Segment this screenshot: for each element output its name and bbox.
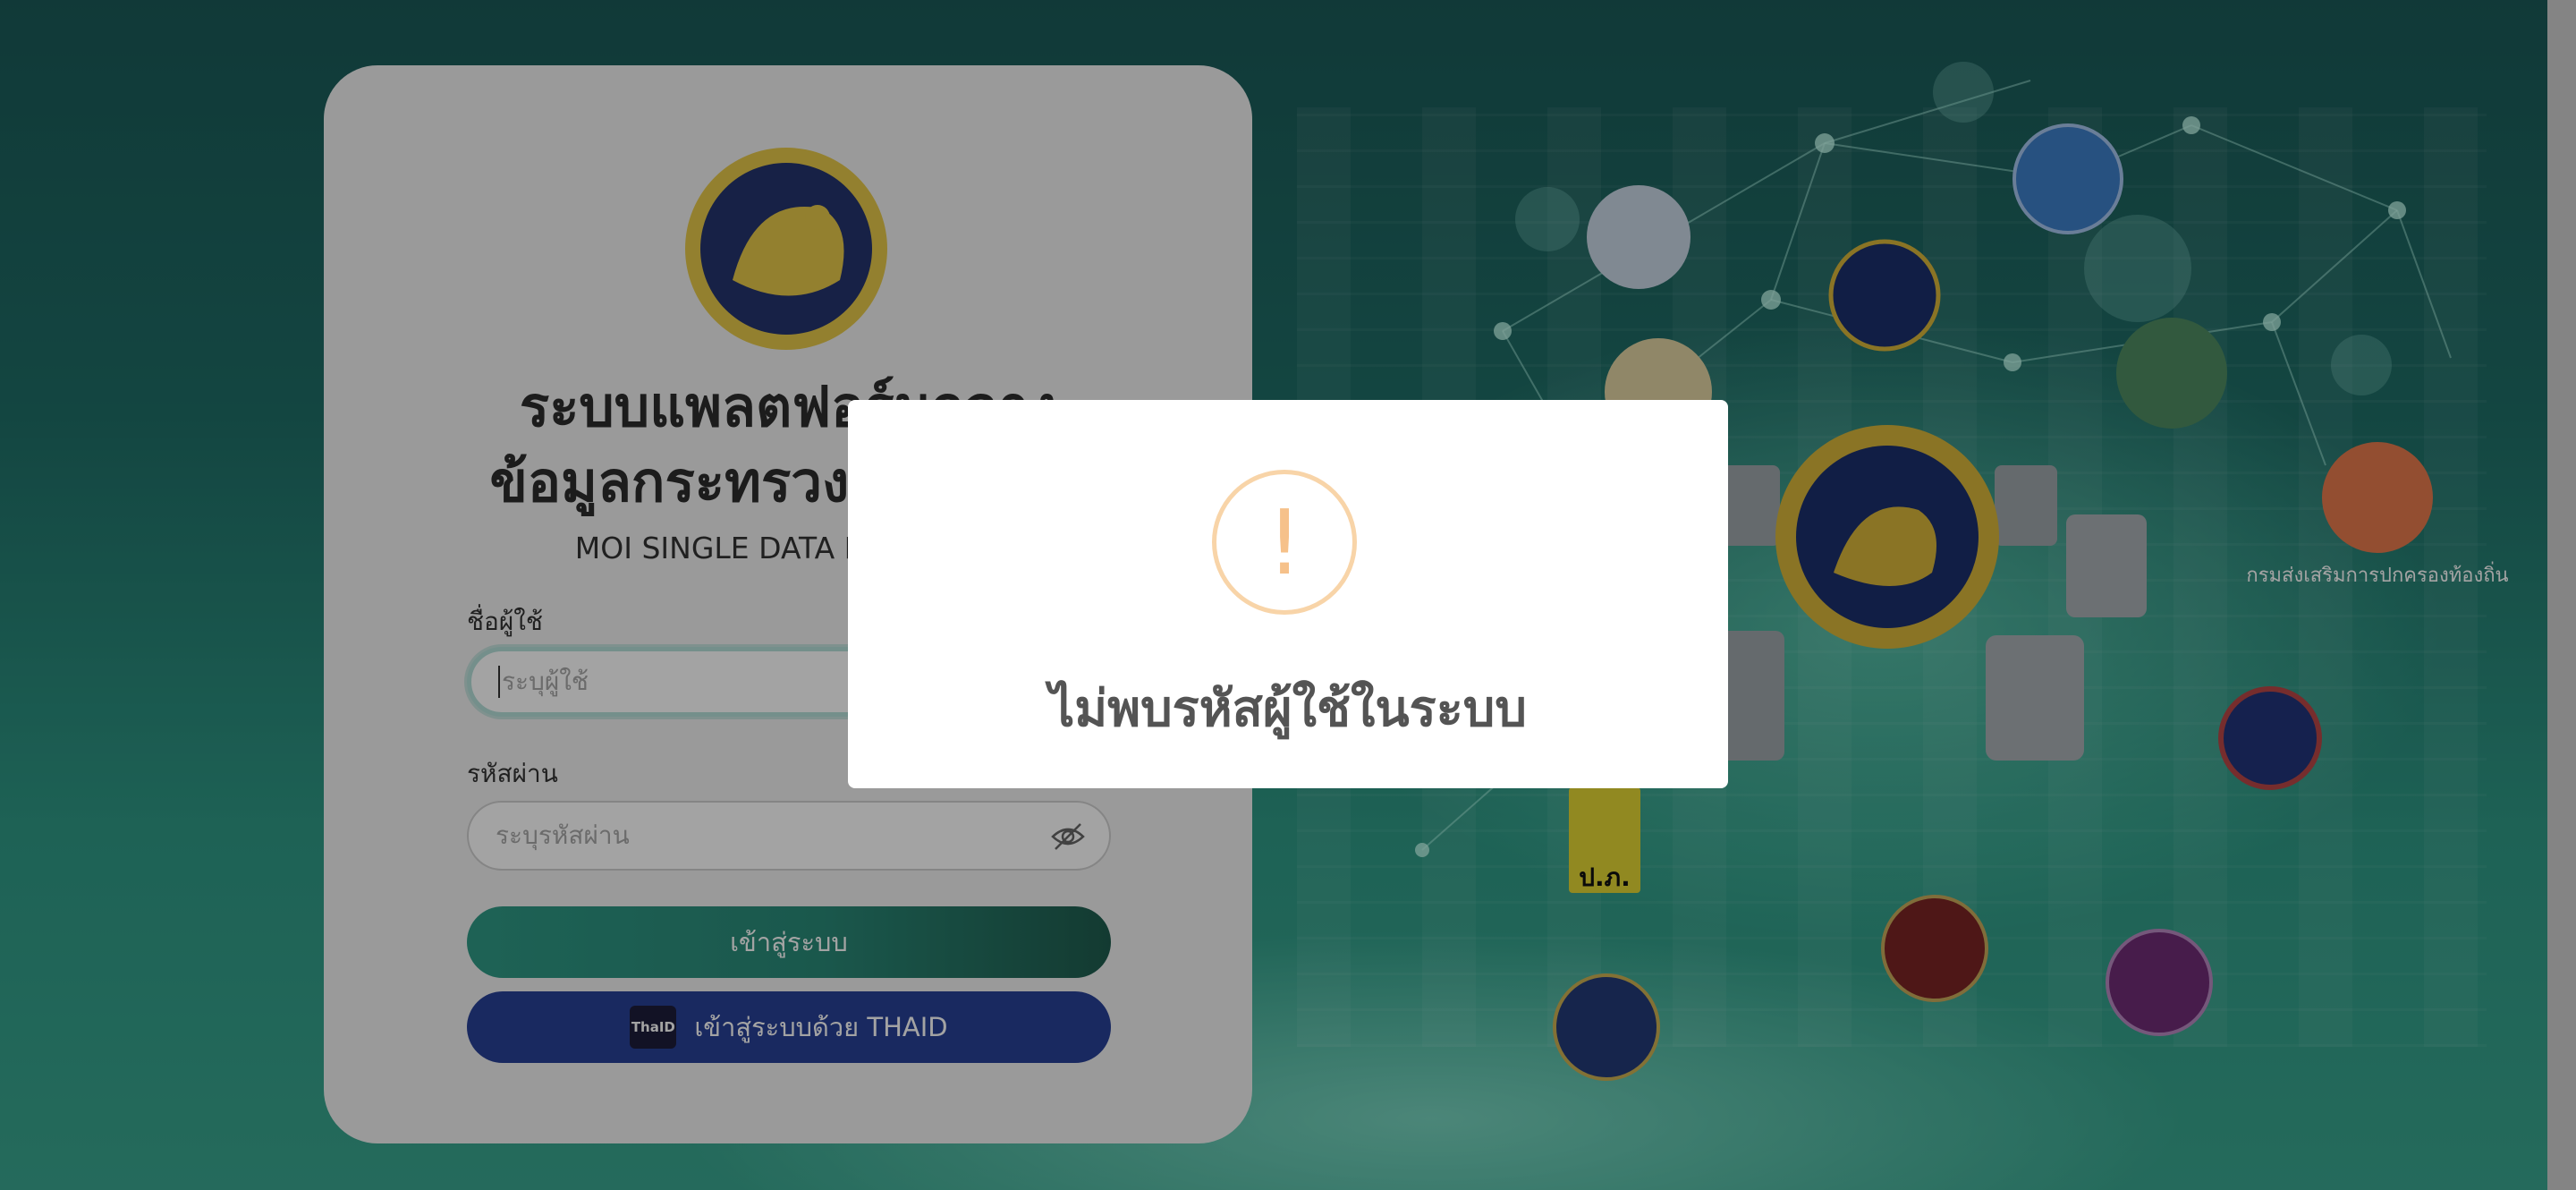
alert-message: ไม่พบรหัสผู้ใช้ในระบบ (1049, 680, 1527, 738)
alert-dialog: ! ไม่พบรหัสผู้ใช้ในระบบ (848, 400, 1728, 788)
warning-icon: ! (1212, 470, 1357, 615)
